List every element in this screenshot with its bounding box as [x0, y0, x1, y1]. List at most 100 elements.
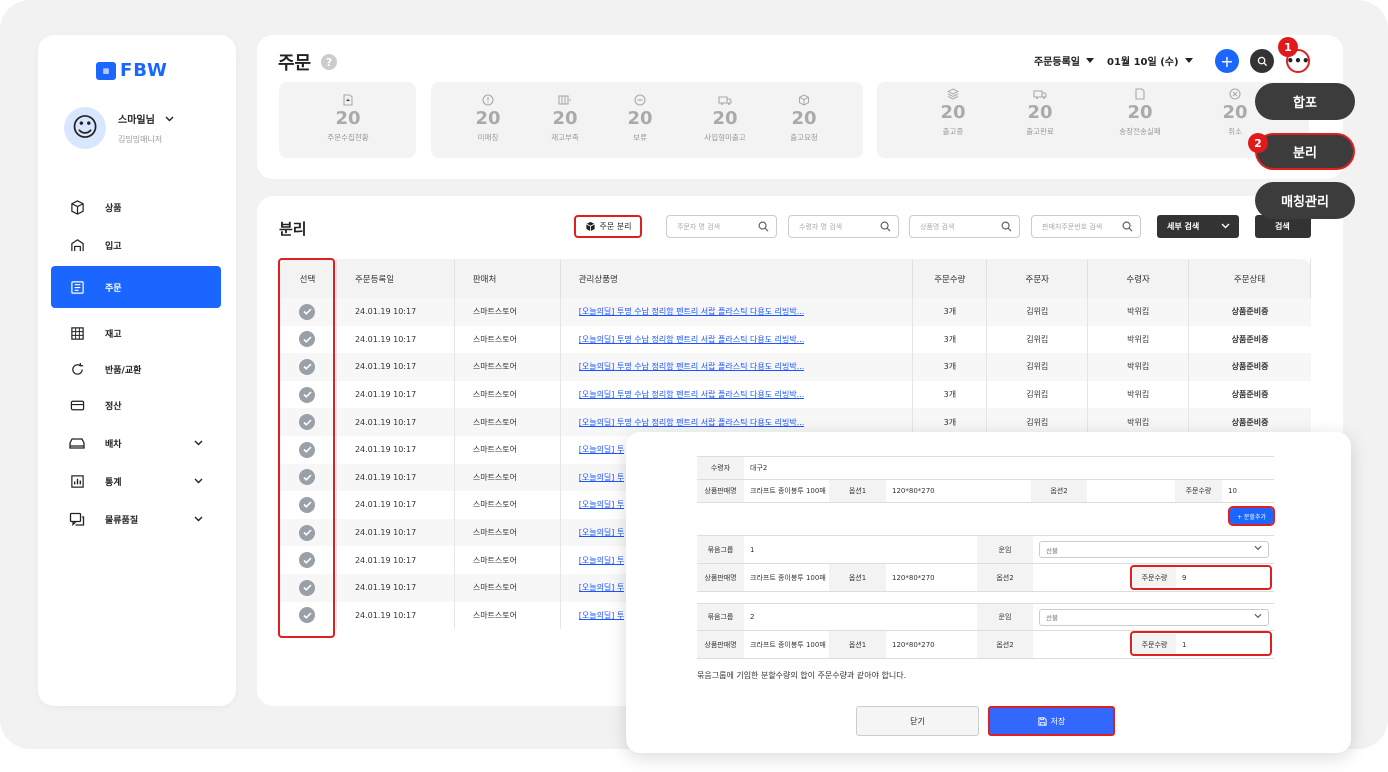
product-link[interactable]: [오늘의딜] 투명 수납 정리함 펜트리 서랍 플라스틱 다용도 리빙박... [579, 361, 805, 372]
chart-icon [69, 473, 85, 489]
cell-date: 24.01.19 10:17 [337, 408, 455, 436]
chevron-down-icon [1221, 223, 1230, 229]
split-order-button[interactable]: 주문 분리 [574, 215, 642, 238]
cell-orderer: 김위킵 [987, 325, 1089, 354]
cell-text: 김위킵 [1026, 362, 1049, 372]
cell-orderer: 김위킵 [987, 353, 1089, 381]
logo[interactable]: ▦ FBW [96, 60, 168, 81]
product-search-input[interactable]: 상품명 검색 [909, 215, 1020, 238]
stat-item[interactable]: 20 사입형미출고 [690, 82, 760, 143]
stat-item[interactable]: 20 재고부족 [530, 82, 600, 143]
sidebar-item-order[interactable]: 주문 [51, 266, 221, 308]
profile[interactable]: ☺ 스마일님 김밍밍매니저 [64, 107, 174, 149]
product-link[interactable]: [오늘의딜] 투 [579, 610, 625, 621]
field-label: 옵션2 [1031, 480, 1087, 502]
sidebar-item-stock[interactable]: 재고 [51, 316, 221, 350]
option2-value [1033, 631, 1133, 658]
merge-button[interactable]: 합포 [1255, 83, 1355, 120]
date-dropdown[interactable]: 01월 10일 (수) [1107, 53, 1193, 68]
search-icon [1257, 56, 1267, 66]
date-type-label: 주문등록일 [1034, 57, 1080, 68]
shipping-select[interactable]: 선불 [1033, 536, 1274, 563]
product-link[interactable]: [오늘의딜] 투 [579, 472, 625, 483]
sidebar-item-stats[interactable]: 통계 [51, 464, 221, 498]
stat-item[interactable]: 20 출고완료 [1005, 76, 1075, 137]
seller-order-no-search-input[interactable]: 판매처주문번호 검색 [1031, 215, 1141, 238]
cell-text: 24.01.19 10:17 [354, 583, 417, 593]
page-title: 주문 ? [278, 49, 338, 75]
stat-item[interactable]: 20 미매칭 [453, 82, 523, 143]
sidebar-item-dispatch[interactable]: 배차 [51, 426, 221, 460]
search-icon [758, 221, 769, 232]
stat-label: 출고중 [942, 127, 964, 136]
sidebar-item-label: 통계 [105, 477, 122, 488]
cell-status: 상품준비중 [1189, 326, 1311, 354]
product-link[interactable]: [오늘의딜] 투명 수납 정리함 펜트리 서랍 플라스틱 다용도 리빙박... [579, 389, 805, 400]
cancel-circle-icon [1229, 88, 1241, 100]
table-row[interactable]: 24.01.19 10:17 스마트스토어 [오늘의딜] 투명 수납 정리함 펜트리… [279, 380, 1311, 409]
stat-item[interactable]: 20 출고요청 [769, 82, 839, 143]
sidebar-menu: 상품 입고 주문 재고 반품/교환 정산 배차 통계 물류품질 [51, 190, 221, 536]
sidebar-item-inbound[interactable]: 입고 [51, 228, 221, 262]
table-row[interactable]: 24.01.19 10:17 스마트스토어 [오늘의딜] 투명 수납 정리함 펜트리… [279, 353, 1311, 381]
stat-label: 출고완료 [1026, 127, 1054, 136]
product-link[interactable]: [오늘의딜] 투 [579, 527, 625, 538]
table-row[interactable]: 24.01.19 10:17 스마트스토어 [오늘의딜] 투명 수납 정리함 펜트리… [279, 298, 1311, 326]
product-link[interactable]: [오늘의딜] 투명 수납 정리함 펜트리 서랍 플라스틱 다용도 리빙박... [579, 334, 805, 345]
close-button[interactable]: 닫기 [856, 706, 979, 736]
sidebar-item-product[interactable]: 상품 [51, 190, 221, 224]
receiver-search-input[interactable]: 수령자 명 검색 [788, 215, 899, 238]
stat-label: 재고부족 [551, 133, 579, 142]
product-link[interactable]: [오늘의딜] 투 [579, 444, 625, 455]
date-type-dropdown[interactable]: 주문등록일 [1034, 53, 1094, 68]
sidebar-item-label: 재고 [105, 329, 122, 340]
group-value: 1 [750, 545, 755, 554]
placeholder: 주문자 명 검색 [677, 222, 721, 231]
add-split-button[interactable]: + 분할추가 [1228, 506, 1275, 526]
detail-search-button[interactable]: 세부 검색 [1157, 215, 1239, 238]
search-icon [880, 221, 891, 232]
stat-value: 20 [627, 108, 653, 129]
product-link[interactable]: [오늘의딜] 투 [579, 555, 625, 566]
quantity-value: 10 [1228, 487, 1237, 495]
product-link[interactable]: [오늘의딜] 투명 수납 정리함 펜트리 서랍 플라스틱 다용도 리빙박... [579, 306, 805, 317]
field-label: 옵션1 [829, 564, 886, 591]
cell-seller: 스마트스토어 [455, 353, 561, 381]
cell-orderer: 김위킵 [987, 298, 1089, 326]
matching-button[interactable]: 매칭관리 [1255, 182, 1355, 219]
car-icon [69, 435, 85, 451]
sidebar-item-quality[interactable]: 물류품질 [51, 502, 221, 536]
product-link[interactable]: [오늘의딜] 투 [579, 499, 625, 510]
orderer-search-input[interactable]: 주문자 명 검색 [666, 215, 777, 238]
field-label: 묶음그룹 [697, 536, 744, 563]
chevron-down-icon[interactable] [165, 116, 174, 122]
save-button[interactable]: 저장 [988, 706, 1115, 736]
add-button[interactable]: + [1215, 49, 1239, 73]
split-button[interactable]: 분리 [1255, 133, 1355, 170]
split-label: 분리 [1293, 146, 1317, 161]
cell-text: 박위킵 [1127, 362, 1150, 372]
sidebar-item-settlement[interactable]: 정산 [51, 388, 221, 422]
stat-item[interactable]: 20 송장전송실패 [1105, 76, 1175, 137]
product-link[interactable]: [오늘의딜] 투 [579, 582, 625, 593]
stat-item[interactable]: 20 출고중 [918, 76, 988, 137]
split-note: 묶음그룹에 기입한 분할수량의 합이 주문수량과 같아야 합니다. [697, 671, 907, 680]
stat-item[interactable]: 20 주문수집현황 [313, 82, 383, 143]
table-row[interactable]: 24.01.19 10:17 스마트스토어 [오늘의딜] 투명 수납 정리함 펜트리… [279, 325, 1311, 354]
grid-icon [69, 325, 85, 341]
refresh-icon [69, 361, 85, 377]
stat-label: 송장전송실패 [1119, 127, 1161, 136]
stat-item[interactable]: 20 보류 [605, 82, 675, 143]
cell-date: 24.01.19 10:17 [337, 546, 455, 574]
sidebar-item-return[interactable]: 반품/교환 [51, 352, 221, 386]
package-icon [799, 94, 809, 106]
product-link[interactable]: [오늘의딜] 투명 수납 정리함 펜트리 서랍 플라스틱 다용도 리빙박... [579, 417, 805, 428]
cell-receiver: 박위킵 [1088, 380, 1190, 409]
shipping-select[interactable]: 선불 [1033, 604, 1274, 630]
search-button[interactable] [1250, 49, 1274, 73]
help-icon[interactable]: ? [321, 54, 338, 70]
cell-text: 24.01.19 10:17 [354, 500, 417, 510]
cell-date: 24.01.19 10:17 [337, 435, 455, 464]
sidebar: ▦ FBW ☺ 스마일님 김밍밍매니저 상품 입고 주문 재고 반품/교환 정산… [38, 35, 236, 706]
split-modal: 수령자 대구2 상품판매명 크라프트 종이봉투 100매 옵션1 120*80*… [626, 432, 1351, 753]
